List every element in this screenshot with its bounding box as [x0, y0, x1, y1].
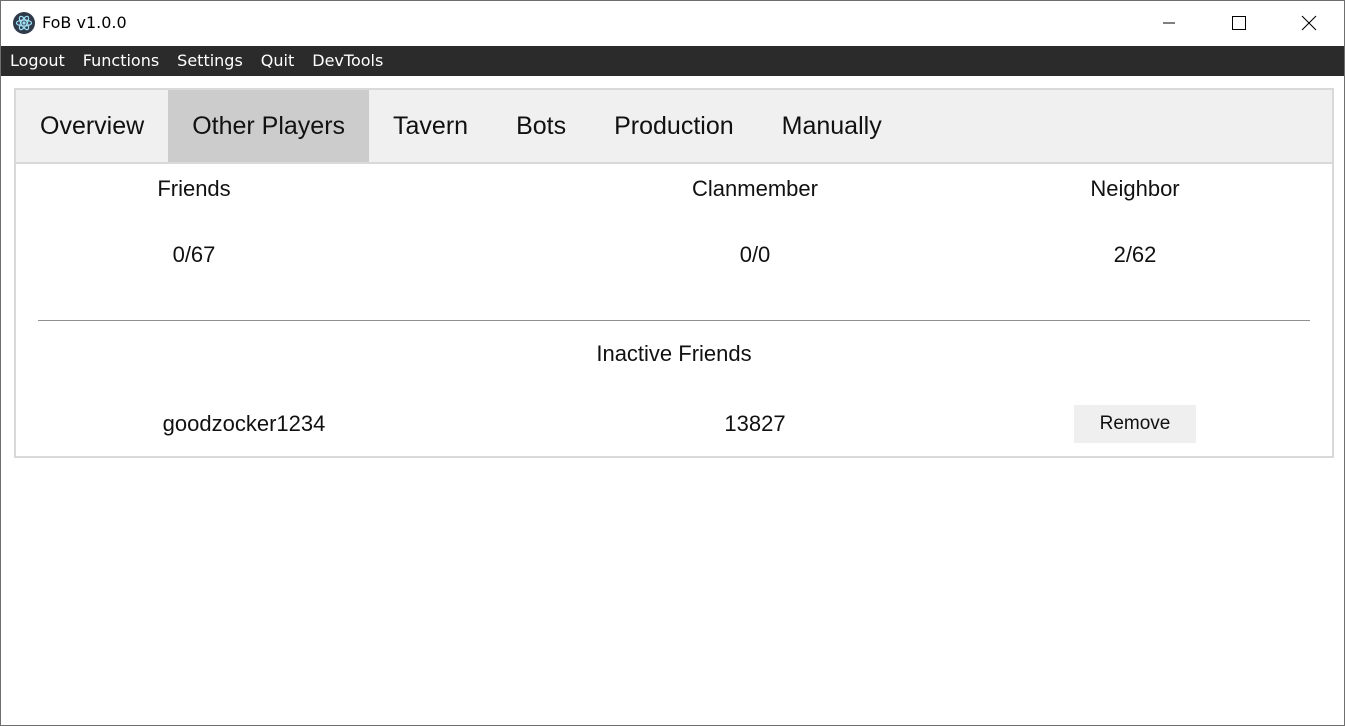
tab-tavern[interactable]: Tavern — [369, 90, 492, 162]
friends-label: Friends — [157, 176, 231, 201]
clanmember-count: 0/0 — [739, 242, 771, 267]
close-button[interactable] — [1274, 1, 1344, 45]
minimize-button[interactable] — [1134, 1, 1204, 45]
inactive-friend-value: 13827 — [724, 411, 786, 436]
section-divider — [38, 320, 1310, 321]
clanmember-label: Clanmember — [692, 176, 818, 201]
maximize-button[interactable] — [1204, 1, 1274, 45]
menu-devtools[interactable]: DevTools — [303, 46, 392, 76]
tab-other-players[interactable]: Other Players — [168, 90, 370, 162]
tab-panel: Overview Other Players Tavern Bots Produ… — [14, 88, 1334, 458]
tab-manually[interactable]: Manually — [758, 90, 906, 162]
tab-overview[interactable]: Overview — [16, 90, 168, 162]
app-window: FoB v1.0.0 Logout Functions Settings Qui… — [0, 0, 1345, 726]
friends-count: 0/67 — [172, 242, 216, 267]
menu-functions[interactable]: Functions — [74, 46, 168, 76]
tab-bots[interactable]: Bots — [492, 90, 590, 162]
title-bar[interactable]: FoB v1.0.0 — [1, 1, 1344, 45]
window-title: FoB v1.0.0 — [42, 13, 127, 32]
inactive-friend-name: goodzocker1234 — [162, 411, 326, 436]
neighbor-count: 2/62 — [1113, 242, 1157, 267]
menu-bar: Logout Functions Settings Quit DevTools — [1, 46, 1344, 76]
remove-friend-button[interactable]: Remove — [1074, 405, 1196, 443]
menu-logout[interactable]: Logout — [1, 46, 74, 76]
inactive-friends-title: Inactive Friends — [596, 341, 752, 366]
tab-bar: Overview Other Players Tavern Bots Produ… — [16, 90, 1332, 164]
menu-quit[interactable]: Quit — [252, 46, 303, 76]
electron-atom-icon — [13, 12, 35, 34]
menu-settings[interactable]: Settings — [168, 46, 252, 76]
close-icon — [1301, 15, 1317, 31]
maximize-icon — [1232, 16, 1246, 30]
minimize-icon — [1163, 22, 1175, 24]
tab-production[interactable]: Production — [590, 90, 758, 162]
neighbor-label: Neighbor — [1090, 176, 1180, 201]
